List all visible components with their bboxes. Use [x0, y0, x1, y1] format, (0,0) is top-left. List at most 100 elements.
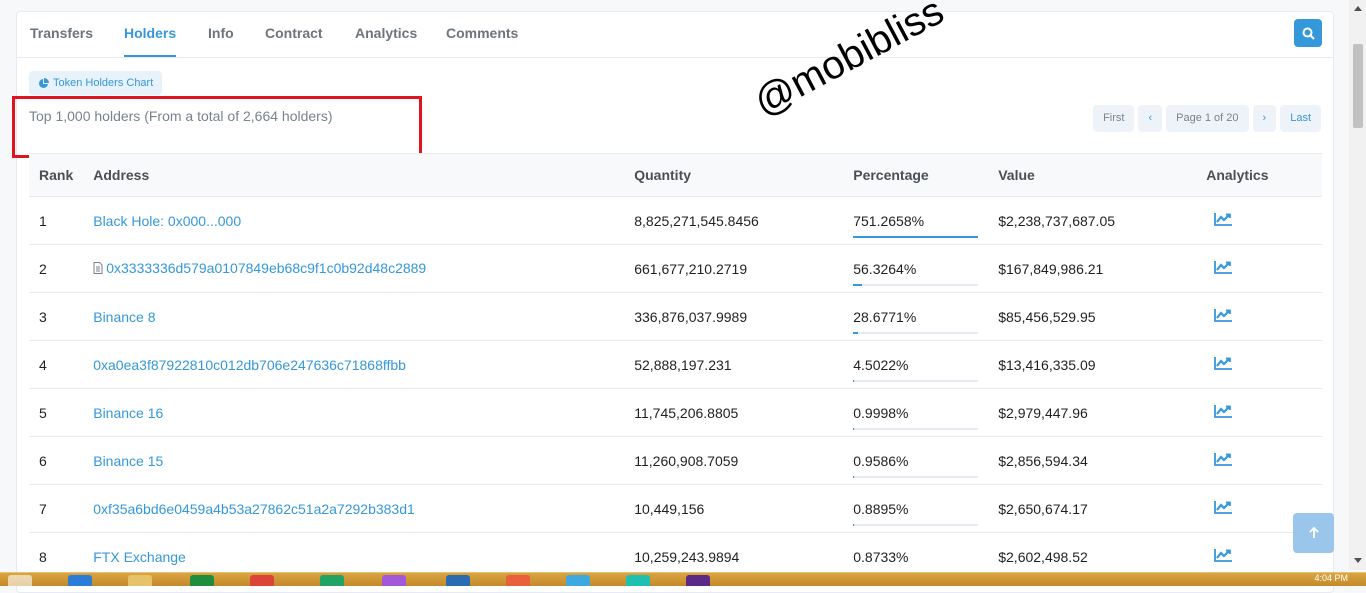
page-scrollbar[interactable]: [1349, 0, 1366, 570]
chrome-browser-icon[interactable]: [250, 575, 274, 586]
holders-table: Rank Address Quantity Percentage Value A…: [29, 153, 1322, 581]
address-link[interactable]: Binance 8: [93, 309, 155, 325]
file-explorer-icon[interactable]: [128, 575, 152, 586]
percentage-value: 28.6771%: [853, 308, 917, 325]
token-holders-card: Transfers Holders Info Contract Analytic…: [12, 0, 1334, 593]
value-cell: $13,416,335.09: [988, 340, 1197, 389]
token-holders-chart-button[interactable]: Token Holders Chart: [29, 71, 163, 95]
analytics-chart-icon[interactable]: [1214, 500, 1233, 517]
address-cell: 0xa0ea3f87922810c012db706e247636c71868ff…: [83, 340, 625, 389]
pagination: First ‹ Page 1 of 20 › Last: [1093, 105, 1321, 132]
value-cell: $85,456,529.95: [988, 292, 1197, 341]
quantity-cell: 336,876,037.9989: [624, 292, 844, 341]
tab-analytics[interactable]: Analytics: [355, 12, 417, 56]
address-link[interactable]: 0xa0ea3f87922810c012db706e247636c71868ff…: [93, 357, 406, 373]
address-link[interactable]: Binance 16: [93, 405, 163, 421]
percentage-value: 0.8895%: [853, 500, 909, 517]
percentage-bar: [853, 331, 979, 334]
analytics-cell: [1196, 436, 1322, 485]
rank-cell: 1: [29, 196, 84, 245]
value-cell: $167,849,986.21: [988, 244, 1197, 293]
taskbar-app-icon[interactable]: [382, 575, 406, 586]
search-icon: [1302, 27, 1315, 40]
quantity-cell: 11,745,206.8805: [624, 388, 844, 437]
header-address: Address: [83, 153, 625, 197]
value-cell: $2,650,674.17: [988, 484, 1197, 533]
percentage-cell: 4.5022%: [843, 340, 989, 389]
tab-info[interactable]: Info: [208, 12, 234, 56]
tab-contract[interactable]: Contract: [265, 12, 323, 56]
header-quantity: Quantity: [624, 153, 844, 197]
pie-chart-icon: [39, 77, 49, 88]
percentage-bar: [853, 235, 979, 238]
address-cell: Binance 16: [83, 388, 625, 437]
analytics-chart-icon[interactable]: [1214, 548, 1233, 565]
address-cell: Black Hole: 0x000...000: [83, 196, 625, 245]
analytics-cell: [1196, 340, 1322, 389]
rank-cell: 6: [29, 436, 84, 485]
analytics-chart-icon[interactable]: [1214, 260, 1233, 277]
analytics-cell: [1196, 388, 1322, 437]
page-next-button[interactable]: ›: [1252, 105, 1277, 132]
rank-cell: 2: [29, 244, 84, 293]
taskbar-app-icon[interactable]: [566, 575, 590, 586]
tab-bar: Transfers Holders Info Contract Analytic…: [17, 12, 1333, 58]
header-analytics: Analytics: [1196, 153, 1322, 197]
arrow-up-icon: [1308, 527, 1319, 538]
taskbar-app-icon[interactable]: [506, 575, 530, 586]
percentage-bar-fill: [853, 283, 862, 286]
percentage-bar-fill: [853, 331, 859, 334]
taskbar-app-icon[interactable]: [626, 575, 650, 586]
percentage-bar: [853, 523, 979, 526]
analytics-chart-icon[interactable]: [1214, 212, 1233, 229]
page-last-button[interactable]: Last: [1280, 105, 1321, 132]
start-button-icon[interactable]: [8, 575, 32, 586]
os-taskbar: 4:04 PM: [0, 572, 1366, 586]
scroll-up-arrow-icon[interactable]: [1354, 6, 1362, 11]
ie-browser-icon[interactable]: [68, 575, 92, 586]
percentage-bar-fill: [853, 427, 855, 430]
page-prev-button[interactable]: ‹: [1138, 105, 1163, 132]
address-cell: Binance 15: [83, 436, 625, 485]
table-row: 2 0x3333336d579a0107849eb68c9f1c0b92d48c2…: [29, 244, 1322, 293]
percentage-cell: 0.9586%: [843, 436, 989, 485]
contract-file-icon: [93, 261, 103, 277]
taskbar-app-icon[interactable]: [190, 575, 214, 586]
scroll-thumb[interactable]: [1353, 44, 1363, 128]
analytics-chart-icon[interactable]: [1214, 404, 1233, 421]
rank-cell: 5: [29, 388, 84, 437]
table-row: 5 Binance 16 11,745,206.8805 0.9998% $2,979,…: [29, 388, 1322, 437]
page-first-button[interactable]: First: [1093, 105, 1135, 132]
percentage-bar-fill: [853, 235, 979, 238]
annotation-highlight-box: [12, 96, 422, 158]
taskbar-app-icon[interactable]: [320, 575, 344, 586]
percentage-bar-fill: [853, 523, 855, 526]
address-link[interactable]: 0x3333336d579a0107849eb68c9f1c0b92d48c28…: [106, 260, 426, 276]
rank-cell: 4: [29, 340, 84, 389]
analytics-chart-icon[interactable]: [1214, 452, 1233, 469]
quantity-cell: 11,260,908.7059: [624, 436, 844, 485]
analytics-chart-icon[interactable]: [1214, 308, 1233, 325]
analytics-chart-icon[interactable]: [1214, 356, 1233, 373]
tab-comments[interactable]: Comments: [446, 12, 518, 56]
address-link[interactable]: Black Hole: 0x000...000: [93, 213, 241, 229]
scroll-down-arrow-icon[interactable]: [1354, 558, 1362, 563]
back-to-top-button[interactable]: [1293, 513, 1334, 553]
tab-transfers[interactable]: Transfers: [30, 12, 93, 56]
taskbar-app-icon[interactable]: [686, 575, 710, 586]
header-rank: Rank: [29, 153, 84, 197]
search-button[interactable]: [1294, 19, 1322, 47]
percentage-value: 0.9586%: [853, 452, 909, 469]
address-link[interactable]: 0xf35a6bd6e0459a4b53a27862c51a2a7292b383…: [93, 501, 415, 517]
address-link[interactable]: Binance 15: [93, 453, 163, 469]
quantity-cell: 8,825,271,545.8456: [624, 196, 844, 245]
taskbar-app-icon[interactable]: [446, 575, 470, 586]
value-cell: $2,979,447.96: [988, 388, 1197, 437]
tab-holders[interactable]: Holders: [124, 12, 177, 57]
address-cell: Binance 8: [83, 292, 625, 341]
percentage-bar-fill: [853, 379, 855, 382]
system-clock: 4:04 PM: [1314, 573, 1348, 583]
table-row: 1 Black Hole: 0x000...000 8,825,271,545.84…: [29, 196, 1322, 245]
address-link[interactable]: FTX Exchange: [93, 549, 186, 565]
table-header-row: Rank Address Quantity Percentage Value A…: [29, 153, 1322, 197]
